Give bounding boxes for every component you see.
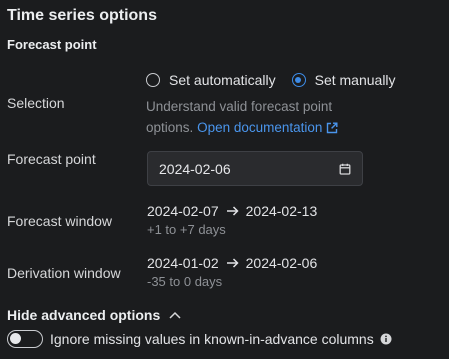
switch-knob xyxy=(10,333,21,344)
calendar-icon[interactable] xyxy=(338,162,352,176)
panel-title: Time series options xyxy=(7,7,157,24)
radio-set-manually[interactable] xyxy=(291,73,306,87)
hide-advanced-options-toggle[interactable]: Hide advanced options xyxy=(7,307,181,323)
arrow-right-icon xyxy=(226,206,239,216)
derivation-window-start: 2024-01-02 xyxy=(147,255,219,271)
info-icon[interactable] xyxy=(380,333,392,345)
forecast-window-range: 2024-02-07 2024-02-13 xyxy=(147,203,317,219)
forecast-window-label: Forecast window xyxy=(7,213,113,229)
time-series-options-panel: Time series options Forecast point Selec… xyxy=(0,0,449,359)
derivation-window-label: Derivation window xyxy=(7,265,121,281)
radio-label-set-manually[interactable]: Set manually xyxy=(315,72,396,88)
forecast-window-end: 2024-02-13 xyxy=(245,203,318,219)
radio-label-set-automatically[interactable]: Set automatically xyxy=(169,72,276,88)
chevron-up-icon[interactable] xyxy=(169,311,181,319)
forecast-window-sub: +1 to +7 days xyxy=(147,222,226,237)
forecast-window-start: 2024-02-07 xyxy=(147,203,219,219)
forecast-point-label: Forecast point xyxy=(7,151,96,167)
radio-set-automatically[interactable] xyxy=(146,73,160,87)
arrow-right-icon xyxy=(226,258,239,268)
forecast-point-date-input[interactable]: 2024-02-06 xyxy=(147,151,363,186)
section-title: Forecast point xyxy=(7,37,97,52)
ignore-missing-switch[interactable] xyxy=(7,330,43,348)
open-documentation-link-label[interactable]: Open documentation xyxy=(197,120,322,135)
external-link-icon[interactable] xyxy=(326,119,338,140)
forecast-point-value[interactable]: 2024-02-06 xyxy=(159,161,231,177)
derivation-window-range: 2024-01-02 2024-02-06 xyxy=(147,255,317,271)
hide-advanced-options-label[interactable]: Hide advanced options xyxy=(7,307,160,323)
open-documentation-link[interactable]: Open documentation xyxy=(197,120,338,135)
derivation-window-sub: -35 to 0 days xyxy=(147,274,223,289)
ignore-missing-label: Ignore missing values in known-in-advanc… xyxy=(50,331,374,347)
selection-help: Understand valid forecast point options.… xyxy=(146,96,366,140)
derivation-window-end: 2024-02-06 xyxy=(245,255,318,271)
ignore-missing-row: Ignore missing values in known-in-advanc… xyxy=(7,330,392,348)
selection-radio-group: Set automatically Set manually xyxy=(146,72,412,88)
selection-label: Selection xyxy=(7,95,65,111)
